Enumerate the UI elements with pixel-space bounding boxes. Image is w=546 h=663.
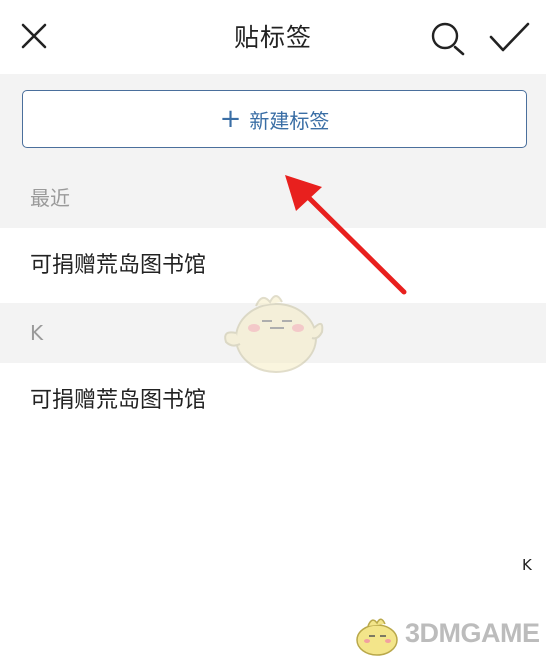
- search-icon: [431, 22, 465, 56]
- new-tag-button[interactable]: + 新建标签: [22, 90, 527, 148]
- mascot-watermark-image: [224, 295, 324, 373]
- watermark-mascot-icon: [356, 618, 398, 656]
- index-letter-k[interactable]: K: [522, 556, 532, 574]
- new-tag-area: + 新建标签: [0, 74, 546, 168]
- new-tag-label: 新建标签: [249, 108, 330, 133]
- watermark: 3DMGAME: [350, 612, 540, 658]
- check-icon: [489, 22, 530, 52]
- red-arrow-annotation: [285, 175, 407, 295]
- watermark-text: 3DMGAME: [405, 618, 540, 648]
- search-button[interactable]: [430, 20, 466, 56]
- confirm-button[interactable]: [489, 20, 531, 56]
- plus-icon: +: [219, 104, 242, 134]
- top-bar: 贴标签: [0, 0, 546, 74]
